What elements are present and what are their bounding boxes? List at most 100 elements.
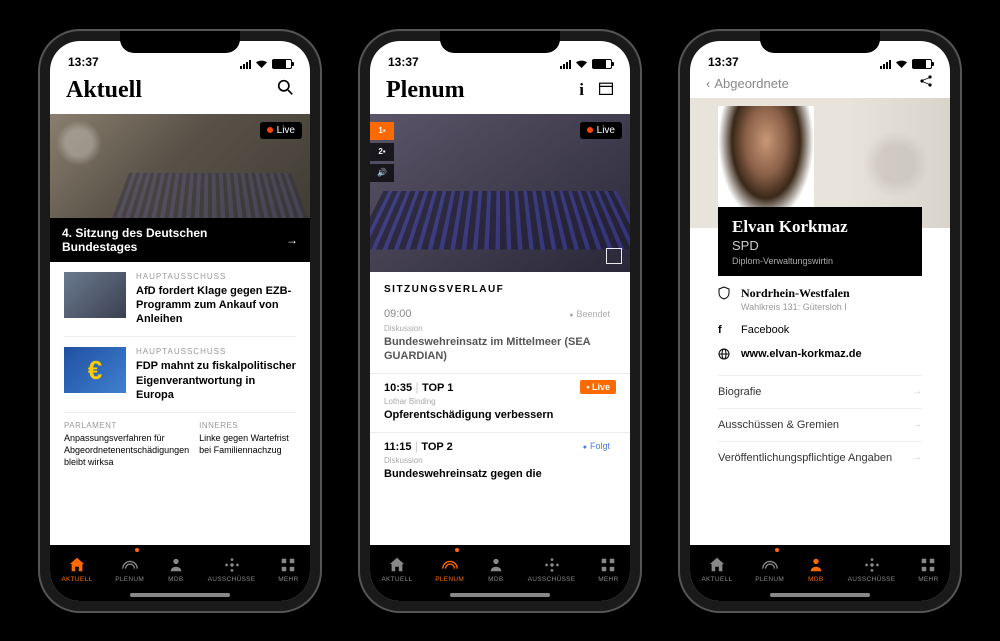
camera-2-button[interactable]: 2▪ bbox=[370, 143, 394, 161]
tab-aktuell[interactable]: AKTUELL bbox=[61, 556, 92, 583]
status-indicators bbox=[560, 59, 612, 69]
news-category: HAUPTAUSSCHUSS bbox=[136, 272, 296, 281]
notch bbox=[440, 31, 560, 53]
arrow-right-icon: → bbox=[286, 233, 298, 247]
status-indicators bbox=[880, 59, 932, 69]
globe-icon bbox=[718, 348, 732, 363]
screen: 13:37 Plenum i 1▪ 2▪ 🔊 bbox=[370, 41, 630, 601]
status-time: 13:37 bbox=[68, 55, 99, 69]
tab-mdb[interactable]: MDB bbox=[167, 556, 185, 583]
agenda-item[interactable]: 10:35 | TOP 1 • Live Lothar Binding Opfe… bbox=[370, 374, 630, 433]
wifi-icon bbox=[895, 59, 908, 69]
tab-plenum[interactable]: PLENUM bbox=[435, 556, 464, 583]
news-thumb bbox=[64, 272, 126, 318]
battery-icon bbox=[272, 59, 292, 69]
agenda-item[interactable]: 09:00 Beendet Diskussion Bundeswehreinsa… bbox=[370, 301, 630, 375]
tab-plenum[interactable]: PLENUM bbox=[755, 556, 784, 583]
profile-links: Biografie → Ausschüssen & Gremien → Verö… bbox=[718, 375, 922, 474]
live-dot-icon bbox=[587, 127, 593, 133]
tab-mehr[interactable]: MEHR bbox=[598, 556, 618, 583]
calendar-icon[interactable] bbox=[598, 80, 614, 101]
tab-mehr[interactable]: MEHR bbox=[278, 556, 298, 583]
link-veroeffentlichungen[interactable]: Veröffentlichungspflichtige Angaben → bbox=[718, 441, 922, 474]
tab-ausschuesse[interactable]: AUSSCHÜSSE bbox=[528, 556, 576, 583]
search-icon[interactable] bbox=[277, 79, 294, 101]
info-icon[interactable]: i bbox=[579, 80, 584, 101]
home-icon bbox=[388, 556, 406, 574]
agenda-time: 10:35 bbox=[384, 382, 412, 394]
phone-aktuell: 13:37 Aktuell Live bbox=[40, 31, 320, 611]
fullscreen-icon[interactable] bbox=[606, 248, 622, 264]
mini-news: PARLAMENT Anpassungsverfahren für Abgeor… bbox=[50, 413, 310, 468]
tab-plenum[interactable]: PLENUM bbox=[115, 556, 144, 583]
home-indicator[interactable] bbox=[450, 593, 550, 597]
profile-social-row[interactable]: f Facebook bbox=[718, 324, 922, 336]
header: ‹ Abgeordnete bbox=[690, 71, 950, 98]
audio-button[interactable]: 🔊 bbox=[370, 164, 394, 182]
more-icon bbox=[279, 556, 297, 574]
screen: 13:37 ‹ Abgeordnete bbox=[690, 41, 950, 601]
home-icon bbox=[68, 556, 86, 574]
battery-icon bbox=[912, 59, 932, 69]
profile-name-box: Elvan Korkmaz SPD Diplom-Verwaltungswirt… bbox=[718, 207, 922, 276]
link-biografie[interactable]: Biografie → bbox=[718, 375, 922, 408]
page-title: Aktuell bbox=[66, 77, 142, 104]
home-indicator[interactable] bbox=[770, 593, 870, 597]
phone-plenum: 13:37 Plenum i 1▪ 2▪ 🔊 bbox=[360, 31, 640, 611]
agenda-top: TOP 1 bbox=[422, 382, 453, 394]
profile-photo bbox=[718, 106, 814, 222]
agenda-item[interactable]: 11:15 | TOP 2 Folgt Diskussion Bundesweh… bbox=[370, 433, 630, 491]
news-title: AfD fordert Klage gegen EZB-Programm zum… bbox=[136, 284, 296, 327]
home-indicator[interactable] bbox=[130, 593, 230, 597]
phone-profile: 13:37 ‹ Abgeordnete bbox=[680, 31, 960, 611]
chevron-right-icon: → bbox=[912, 419, 922, 430]
home-icon bbox=[708, 556, 726, 574]
plenum-icon bbox=[121, 556, 139, 574]
profile-profession: Diplom-Verwaltungswirtin bbox=[732, 256, 908, 266]
bundesadler-icon bbox=[860, 128, 932, 200]
chevron-right-icon: → bbox=[912, 452, 922, 463]
signal-icon bbox=[880, 59, 891, 69]
tab-mdb[interactable]: MDB bbox=[807, 556, 825, 583]
mini-news-item[interactable]: INNERES Linke gegen Wartefrist bei Famil… bbox=[199, 421, 296, 468]
header: Plenum i bbox=[370, 71, 630, 114]
tab-ausschuesse[interactable]: AUSSCHÜSSE bbox=[208, 556, 256, 583]
camera-1-button[interactable]: 1▪ bbox=[370, 122, 394, 140]
link-ausschuesse[interactable]: Ausschüssen & Gremien → bbox=[718, 408, 922, 441]
tab-ausschuesse[interactable]: AUSSCHÜSSE bbox=[848, 556, 896, 583]
back-button[interactable]: ‹ Abgeordnete bbox=[706, 76, 789, 91]
content: Elvan Korkmaz SPD Diplom-Verwaltungswirt… bbox=[690, 98, 950, 545]
tab-aktuell[interactable]: AKTUELL bbox=[381, 556, 412, 583]
profile-name: Elvan Korkmaz bbox=[732, 217, 908, 237]
screen: 13:37 Aktuell Live bbox=[50, 41, 310, 601]
tab-mdb[interactable]: MDB bbox=[487, 556, 505, 583]
bundesadler-icon bbox=[56, 120, 102, 166]
news-list: HAUPTAUSSCHUSS AfD fordert Klage gegen E… bbox=[50, 262, 310, 414]
live-dot-icon bbox=[267, 127, 273, 133]
status-time: 13:37 bbox=[388, 55, 419, 69]
content: Live 4. Sitzung des Deutschen Bundestage… bbox=[50, 114, 310, 545]
chevron-left-icon: ‹ bbox=[706, 76, 710, 91]
profile-party: SPD bbox=[732, 238, 908, 253]
header: Aktuell bbox=[50, 71, 310, 114]
video-source-controls: 1▪ 2▪ 🔊 bbox=[370, 122, 394, 182]
signal-icon bbox=[560, 59, 571, 69]
video-player[interactable]: 1▪ 2▪ 🔊 Live bbox=[370, 114, 630, 272]
feature-hero[interactable]: Live 4. Sitzung des Deutschen Bundestage… bbox=[50, 114, 310, 262]
notch bbox=[760, 31, 880, 53]
share-icon[interactable] bbox=[918, 73, 934, 94]
news-thumb bbox=[64, 347, 126, 393]
more-icon bbox=[599, 556, 617, 574]
tab-aktuell[interactable]: AKTUELL bbox=[701, 556, 732, 583]
profile-website-row[interactable]: www.elvan-korkmaz.de bbox=[718, 348, 922, 363]
profile-region-row: Nordrhein-Westfalen Wahlkreis 131: Güter… bbox=[718, 286, 922, 312]
news-title: FDP mahnt zu fiskalpolitischer Eigenvera… bbox=[136, 359, 296, 402]
feature-caption[interactable]: 4. Sitzung des Deutschen Bundestages → bbox=[50, 218, 310, 262]
shield-icon bbox=[718, 286, 732, 303]
live-badge: Live bbox=[260, 122, 302, 139]
news-item[interactable]: HAUPTAUSSCHUSS FDP mahnt zu fiskalpoliti… bbox=[64, 337, 296, 413]
mini-news-item[interactable]: PARLAMENT Anpassungsverfahren für Abgeor… bbox=[64, 421, 189, 468]
section-title: SITZUNGSVERLAUF bbox=[370, 272, 630, 301]
news-item[interactable]: HAUPTAUSSCHUSS AfD fordert Klage gegen E… bbox=[64, 262, 296, 338]
tab-mehr[interactable]: MEHR bbox=[918, 556, 938, 583]
